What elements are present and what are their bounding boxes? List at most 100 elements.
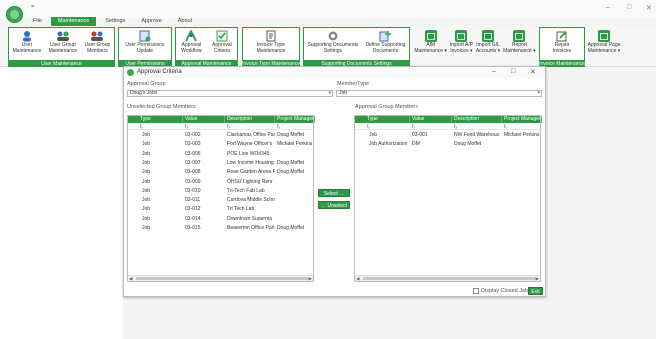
repair-invoices-button[interactable]: Repair Invoices <box>553 28 571 54</box>
member-type-label: MemberType <box>337 81 370 87</box>
aim-maintenance-button[interactable]: AIM Maintenance ▾ <box>414 28 447 54</box>
column-project-manager[interactable]: Project Manager <box>275 116 315 123</box>
ribbon-group-approval-maintenance: Approval Workflow Approval Criteria Appr… <box>175 27 238 67</box>
group-members-icon <box>90 30 104 42</box>
ribbon-group-user-maintenance: User Maintenance User Group Maintenance … <box>8 27 115 67</box>
unselected-group-members-label: Unselected Group Members <box>127 104 196 110</box>
filter-icon[interactable]: fₓ <box>277 124 280 130</box>
table-cell: Tri-Tech Fab Lab <box>227 187 265 194</box>
table-row[interactable]: Job 03-011 Cordova Middle Scho <box>128 196 313 205</box>
table-cell: DM <box>412 141 420 148</box>
quick-access-menu[interactable]: = <box>31 4 35 10</box>
tab-file[interactable]: File <box>26 17 49 26</box>
table-row[interactable]: Job 03-002 Clackamas Office Par Doug Moffet <box>128 131 313 140</box>
column-type[interactable]: Type <box>355 116 410 123</box>
table-row[interactable]: Job Authorization DM Doug Moffet <box>355 140 540 149</box>
scrollbar-thumb[interactable] <box>136 277 308 280</box>
unselect-button[interactable]: ← Unselect <box>318 201 350 209</box>
filter-icon[interactable]: fₓ <box>454 124 457 130</box>
column-project-manager[interactable]: Project Manager <box>502 116 542 123</box>
table-cell: Job <box>142 215 151 222</box>
table-cell: 03-014 <box>185 215 201 222</box>
user-permissions-update-button[interactable]: User Permissions Update <box>125 28 165 54</box>
workflow-icon <box>184 30 198 42</box>
column-value[interactable]: Value <box>410 116 452 123</box>
member-type-dropdown[interactable]: Job ▾ <box>336 90 542 97</box>
table-row[interactable]: Job 03-003 Fort Wayne Officer's Michael Per… <box>128 140 313 149</box>
filter-icon[interactable]: fₓ <box>367 124 370 130</box>
table-row[interactable]: Job 03-015 Beaverton Office Parl Doug Moffe… <box>128 224 313 233</box>
filter-icon[interactable]: fₓ <box>140 124 143 130</box>
scrollbar-thumb[interactable] <box>363 277 535 280</box>
column-description[interactable]: Description <box>225 116 275 123</box>
table-row[interactable]: Job 03-001 NW Food Warehous Michael Perkins <box>355 131 540 140</box>
table-row[interactable]: Job 03-012 Tri Tech Lab <box>128 205 313 214</box>
table-row[interactable]: Job 03-010 Tri-Tech Fab Lab <box>128 187 313 196</box>
column-description[interactable]: Description <box>452 116 502 123</box>
tab-maintenance[interactable]: Maintenance <box>50 17 97 26</box>
ribbon-group-approval-page: Approval Page Maintenance ▾ <box>586 27 622 67</box>
settings-gear-icon <box>326 30 340 42</box>
define-supporting-documents-button[interactable]: Define Supporting Documents <box>365 28 405 54</box>
report-maintenance-button[interactable]: Report Maintenance ▾ <box>503 28 536 54</box>
grid-header: Type Value Description Project Manager <box>355 116 542 123</box>
dialog-minimize-button[interactable]: – <box>492 68 496 75</box>
user-group-maintenance-button[interactable]: User Group Maintenance <box>49 28 77 54</box>
scroll-right-icon[interactable]: ▶ <box>309 276 312 282</box>
scroll-left-icon[interactable]: ◀ <box>129 276 132 282</box>
ribbon-group-invoice-maintenance: Repair Invoices Invoice Maintenance <box>539 27 585 67</box>
user-maintenance-button[interactable]: User Maintenance <box>13 28 41 54</box>
table-cell: Job <box>142 197 151 204</box>
dialog-close-button[interactable]: ✕ <box>530 68 536 76</box>
tab-about[interactable]: About <box>171 17 199 26</box>
approval-workflow-button[interactable]: Approval Workflow <box>181 28 202 54</box>
approval-members-grid[interactable]: Type Value Description Project Manager f… <box>354 115 542 282</box>
table-cell: 03-001 <box>412 132 428 138</box>
grid-header: Type Value Description Project Manager <box>128 116 315 123</box>
app-logo-icon <box>127 69 134 76</box>
horizontal-scrollbar[interactable]: ◀ ▶ <box>128 275 313 281</box>
table-cell: Clackamas Office Par <box>227 132 275 138</box>
table-cell: Job Authorization <box>369 141 408 148</box>
table-row[interactable]: Job 03-006 POE Line WO#345 <box>128 150 313 159</box>
minimize-button[interactable]: – <box>606 4 610 11</box>
repair-icon <box>555 30 569 42</box>
exit-button[interactable]: Exit <box>528 287 543 295</box>
unselected-members-grid[interactable]: Type Value Description Project Manager f… <box>127 115 315 282</box>
tab-approve[interactable]: Approve <box>134 17 169 26</box>
scroll-right-icon[interactable]: ▶ <box>536 276 539 282</box>
table-row[interactable]: Job 03-009 OHSU Lighting Renr <box>128 178 313 187</box>
filter-icon[interactable]: fₓ <box>412 124 415 130</box>
dialog-maximize-button[interactable]: □ <box>511 68 515 75</box>
table-cell: Job <box>142 225 151 231</box>
filter-icon[interactable]: fₓ <box>185 124 188 130</box>
scroll-left-icon[interactable]: ◀ <box>356 276 359 282</box>
approval-group-dropdown[interactable]: Doug's Jobs ▾ <box>127 90 333 97</box>
horizontal-scrollbar[interactable]: ◀ ▶ <box>355 275 540 281</box>
table-cell: Rose Garden Arena R <box>227 169 275 176</box>
table-row[interactable]: Job 03-014 Downtown Superma <box>128 215 313 224</box>
import-ap-invoices-button[interactable]: Import A/P Invoices ▾ <box>450 28 473 54</box>
table-row[interactable]: Job 03-007 Low Income Housing Doug Moffet <box>128 159 313 168</box>
approval-criteria-button[interactable]: Approval Criteria <box>212 28 232 54</box>
table-row[interactable]: Job 03-008 Rose Garden Arena R Doug Moffet <box>128 168 313 177</box>
table-cell: Fort Wayne Officer's <box>227 141 273 148</box>
supporting-documents-settings-button[interactable]: Supporting Documents Settings <box>308 28 358 54</box>
maximize-button[interactable]: □ <box>627 4 631 11</box>
report-icon <box>512 30 526 42</box>
table-cell: Job <box>142 187 151 194</box>
invoice-type-maintenance-button[interactable]: Invoice Type Maintenance <box>257 28 285 54</box>
column-value[interactable]: Value <box>183 116 225 123</box>
import-gl-accounts-button[interactable]: Import G/L Accounts ▾ <box>476 28 500 54</box>
approval-page-maintenance-button[interactable]: Approval Page Maintenance ▾ <box>588 28 620 54</box>
chevron-down-icon: ▾ <box>537 90 540 96</box>
column-type[interactable]: Type <box>128 116 183 123</box>
display-closed-jobs-checkbox[interactable] <box>473 288 479 294</box>
user-group-members-button[interactable]: User Group Members <box>84 28 110 54</box>
filter-icon[interactable]: fₓ <box>504 124 507 130</box>
close-button[interactable]: ✕ <box>646 4 652 12</box>
select-button[interactable]: Select → <box>318 189 350 197</box>
table-cell: Downtown Superma <box>227 215 273 222</box>
tab-settings[interactable]: Settings <box>98 17 132 26</box>
filter-icon[interactable]: fₓ <box>227 124 230 130</box>
